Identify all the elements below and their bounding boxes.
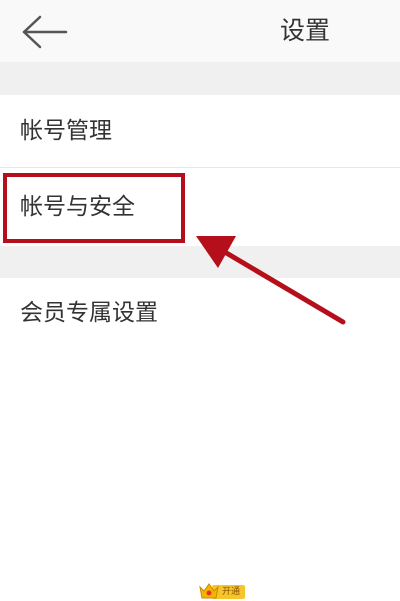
highlight-box: [3, 173, 185, 243]
settings-item-label: 会员专属设置: [20, 300, 158, 326]
back-button[interactable]: [18, 12, 74, 52]
page-title: 设置: [279, 16, 330, 45]
top-bar: 设置: [0, 0, 400, 62]
section-gap: [0, 62, 400, 95]
settings-item-account-management[interactable]: 帐号管理: [0, 95, 400, 167]
crown-icon: [199, 583, 219, 599]
settings-item-member-settings[interactable]: 会员专属设置 开通: [0, 278, 400, 599]
settings-item-label: 帐号管理: [20, 118, 112, 144]
section-gap: [0, 246, 400, 278]
arrow-left-icon: [22, 15, 68, 49]
